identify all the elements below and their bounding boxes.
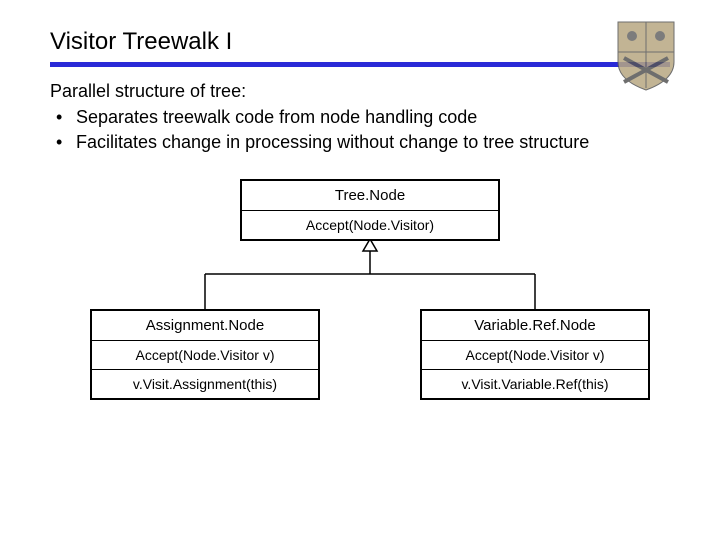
uml-class-assignment-node: Assignment.Node Accept(Node.Visitor v) v… bbox=[90, 309, 320, 400]
title-underline bbox=[50, 62, 670, 67]
class-method: Accept(Node.Visitor) bbox=[242, 211, 498, 239]
uml-class-variable-ref-node: Variable.Ref.Node Accept(Node.Visitor v)… bbox=[420, 309, 650, 400]
class-name: Assignment.Node bbox=[92, 311, 318, 341]
class-body: v.Visit.Assignment(this) bbox=[92, 370, 318, 398]
class-name: Tree.Node bbox=[242, 181, 498, 211]
intro-text: Parallel structure of tree: bbox=[50, 81, 670, 102]
slide-title: Visitor Treewalk I bbox=[50, 28, 670, 56]
class-method: Accept(Node.Visitor v) bbox=[422, 341, 648, 370]
class-name: Variable.Ref.Node bbox=[422, 311, 648, 341]
crest-logo bbox=[614, 18, 678, 92]
bullet-item: Facilitates change in processing without… bbox=[50, 131, 670, 154]
class-method: Accept(Node.Visitor v) bbox=[92, 341, 318, 370]
bullet-item: Separates treewalk code from node handli… bbox=[50, 106, 670, 129]
class-body: v.Visit.Variable.Ref(this) bbox=[422, 370, 648, 398]
uml-diagram: Tree.Node Accept(Node.Visitor) Assignmen… bbox=[50, 179, 670, 459]
bullet-list: Separates treewalk code from node handli… bbox=[50, 106, 670, 155]
uml-class-treenode: Tree.Node Accept(Node.Visitor) bbox=[240, 179, 500, 241]
